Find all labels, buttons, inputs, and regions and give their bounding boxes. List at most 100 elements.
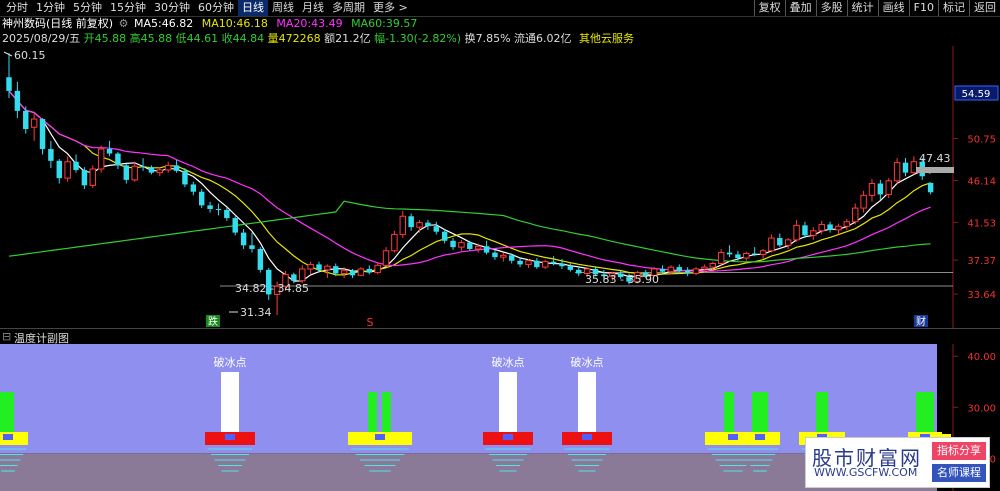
candle-body-97 bbox=[818, 223, 825, 232]
candle-82 bbox=[692, 267, 700, 276]
badge-s: S bbox=[367, 316, 374, 328]
stock-title[interactable]: 神州数码(日线 前复权) bbox=[2, 17, 113, 30]
low-price-annotation: 31.34 bbox=[240, 306, 272, 319]
tool-button-0[interactable]: 复权 bbox=[753, 0, 785, 16]
candle-body-78 bbox=[659, 268, 666, 272]
thermo-bulb-4 bbox=[582, 434, 592, 440]
tool-button-3[interactable]: 统计 bbox=[846, 0, 878, 16]
candle-body-81 bbox=[684, 270, 691, 274]
candle-body-17 bbox=[148, 167, 155, 173]
candle-body-12 bbox=[106, 149, 113, 154]
candlestick-chart[interactable]: 60.15 34.82 - 34.85 31.34 35.83 - 35.90 47.4… bbox=[0, 46, 1000, 328]
candle-45 bbox=[382, 247, 390, 268]
candle-body-14 bbox=[123, 165, 130, 180]
period-tab-3[interactable]: 15分钟 bbox=[106, 0, 150, 16]
candle-98 bbox=[827, 221, 833, 233]
ma20-value: 43.49 bbox=[311, 17, 343, 30]
candle-43 bbox=[366, 265, 372, 275]
candle-25 bbox=[215, 203, 222, 216]
candle-body-48 bbox=[408, 216, 414, 228]
candle-body-88 bbox=[743, 252, 750, 259]
concept-tag[interactable]: 其他云服务 bbox=[579, 32, 634, 45]
period-tab-2[interactable]: 5分钟 bbox=[69, 0, 106, 16]
candle-104 bbox=[877, 179, 884, 200]
period-tab-8[interactable]: 月线 bbox=[298, 0, 328, 16]
candle-19 bbox=[164, 161, 172, 173]
candle-body-90 bbox=[759, 250, 767, 255]
candle-body-106 bbox=[893, 162, 901, 182]
candle-90 bbox=[759, 248, 767, 259]
period-tab-4[interactable]: 30分钟 bbox=[150, 0, 194, 16]
candle-body-105 bbox=[885, 180, 892, 195]
tool-button-2[interactable]: 多股 bbox=[815, 0, 847, 16]
candle-body-95 bbox=[802, 225, 808, 236]
candle-body-100 bbox=[843, 221, 851, 227]
candle-body-2 bbox=[23, 110, 29, 130]
tool-button-6[interactable]: 标记 bbox=[938, 0, 969, 16]
candle-body-21 bbox=[182, 170, 188, 185]
candle-body-44 bbox=[374, 264, 381, 274]
quote-line: 2025/08/29/五 开45.88 高45.88 低44.61 收44.84… bbox=[2, 32, 634, 46]
candle-99 bbox=[835, 223, 842, 235]
candle-body-36 bbox=[307, 263, 314, 270]
candle-50 bbox=[425, 219, 431, 230]
candle-17 bbox=[148, 165, 155, 175]
candle-44 bbox=[374, 263, 381, 275]
period-tab-5[interactable]: 60分钟 bbox=[194, 0, 238, 16]
candle-30 bbox=[257, 247, 264, 273]
candle-body-43 bbox=[366, 268, 372, 273]
candle-body-4 bbox=[39, 119, 46, 150]
candle-body-108 bbox=[910, 161, 918, 174]
period-tab-0[interactable]: 分时 bbox=[2, 0, 32, 16]
candle-body-99 bbox=[835, 225, 842, 231]
candle-body-58 bbox=[492, 252, 498, 258]
ma10-label: MA10: bbox=[201, 17, 237, 30]
candle-100 bbox=[843, 218, 851, 230]
candle-body-67 bbox=[567, 266, 574, 270]
thermo-bulb-1 bbox=[225, 434, 235, 440]
tool-button-5[interactable]: F10 bbox=[908, 0, 938, 16]
period-tab-1[interactable]: 1分钟 bbox=[32, 0, 69, 16]
period-tab-7[interactable]: 周线 bbox=[268, 0, 298, 16]
candle-body-82 bbox=[692, 268, 700, 274]
thermo-column-2-1 bbox=[382, 392, 391, 432]
watermark-logo: 股市财富网 WWW.GSCFW.COM 指标分享 名师课程 bbox=[805, 437, 990, 488]
turnover-value: 7.85% bbox=[475, 32, 511, 45]
candle-64 bbox=[541, 259, 549, 269]
toggle-icon[interactable]: ⊟ bbox=[2, 330, 11, 343]
candle-body-13 bbox=[115, 153, 121, 166]
ma10-value: 46.18 bbox=[236, 17, 268, 30]
float-value: 6.02亿 bbox=[536, 32, 572, 45]
ma20-label: MA20: bbox=[276, 17, 312, 30]
candle-body-51 bbox=[433, 226, 440, 232]
candle-91 bbox=[768, 234, 775, 253]
high-arrow bbox=[3, 51, 13, 57]
candle-18 bbox=[156, 167, 164, 177]
thermo-bulb-5 bbox=[728, 434, 738, 440]
tool-button-7[interactable]: 返回 bbox=[969, 0, 1000, 16]
candle-4 bbox=[39, 118, 46, 155]
candle-88 bbox=[743, 251, 750, 261]
candle-body-46 bbox=[391, 233, 398, 252]
ma60-line bbox=[8, 200, 931, 263]
amount-label: 额 bbox=[324, 32, 336, 45]
candle-body-24 bbox=[207, 205, 213, 209]
candle-15 bbox=[131, 161, 138, 182]
change-label: 幅 bbox=[374, 32, 386, 45]
settings-icon[interactable]: ⚙ bbox=[119, 17, 129, 30]
tool-button-4[interactable]: 画线 bbox=[877, 0, 909, 16]
candle-body-92 bbox=[777, 238, 783, 246]
candle-107 bbox=[902, 158, 909, 177]
period-tab-6[interactable]: 日线 bbox=[238, 0, 268, 16]
candle-93 bbox=[784, 238, 792, 249]
candle-body-62 bbox=[525, 260, 532, 265]
candle-body-10 bbox=[89, 168, 97, 186]
candle-body-104 bbox=[877, 183, 884, 195]
candle-body-54 bbox=[458, 242, 465, 248]
period-tab-9[interactable]: 多周期 bbox=[328, 0, 369, 16]
candle-14 bbox=[123, 163, 130, 184]
candle-body-59 bbox=[500, 254, 507, 258]
period-tab-10[interactable]: 更多 > bbox=[369, 0, 412, 16]
candle-body-96 bbox=[810, 230, 817, 236]
tool-button-1[interactable]: 叠加 bbox=[784, 0, 816, 16]
